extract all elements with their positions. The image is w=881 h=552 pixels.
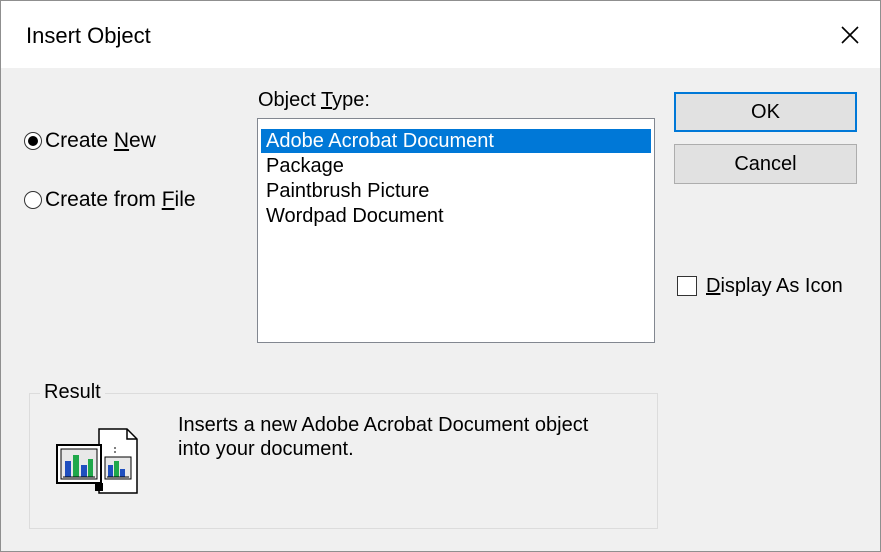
insert-object-dialog: Insert Object Create New Create from Fil… xyxy=(0,0,881,552)
result-description: Inserts a new Adobe Acrobat Document obj… xyxy=(178,413,648,461)
result-legend: Result xyxy=(40,381,105,404)
list-item[interactable]: Adobe Acrobat Document xyxy=(261,129,651,153)
create-new-radio-circle[interactable] xyxy=(24,132,42,150)
object-document-icon xyxy=(55,427,145,502)
object-type-list[interactable]: Adobe Acrobat Document Package Paintbrus… xyxy=(257,118,655,343)
display-as-icon-checkbox[interactable]: Display As Icon xyxy=(677,273,843,299)
list-item[interactable]: Wordpad Document xyxy=(261,204,651,228)
create-from-file-radio-circle[interactable] xyxy=(24,191,42,209)
title-bar: Insert Object xyxy=(1,1,880,68)
close-icon xyxy=(841,25,859,44)
create-from-file-label: Create from File xyxy=(45,188,196,211)
result-line-1: Inserts a new Adobe Acrobat Document obj… xyxy=(178,414,589,436)
create-new-label: Create New xyxy=(45,129,156,152)
display-as-icon-box[interactable] xyxy=(677,276,697,296)
list-item[interactable]: Paintbrush Picture xyxy=(261,179,651,203)
cancel-button[interactable]: Cancel xyxy=(674,144,857,184)
object-type-label: Object Type: xyxy=(258,89,370,111)
ok-button[interactable]: OK xyxy=(674,92,857,132)
result-line-2: into your document. xyxy=(178,438,354,460)
close-button[interactable] xyxy=(820,1,880,68)
create-new-radio[interactable]: Create New xyxy=(24,128,156,154)
list-item[interactable]: Package xyxy=(261,154,651,178)
window-title: Insert Object xyxy=(26,23,151,48)
create-from-file-radio[interactable]: Create from File xyxy=(24,187,196,213)
display-as-icon-label: Display As Icon xyxy=(706,274,843,297)
